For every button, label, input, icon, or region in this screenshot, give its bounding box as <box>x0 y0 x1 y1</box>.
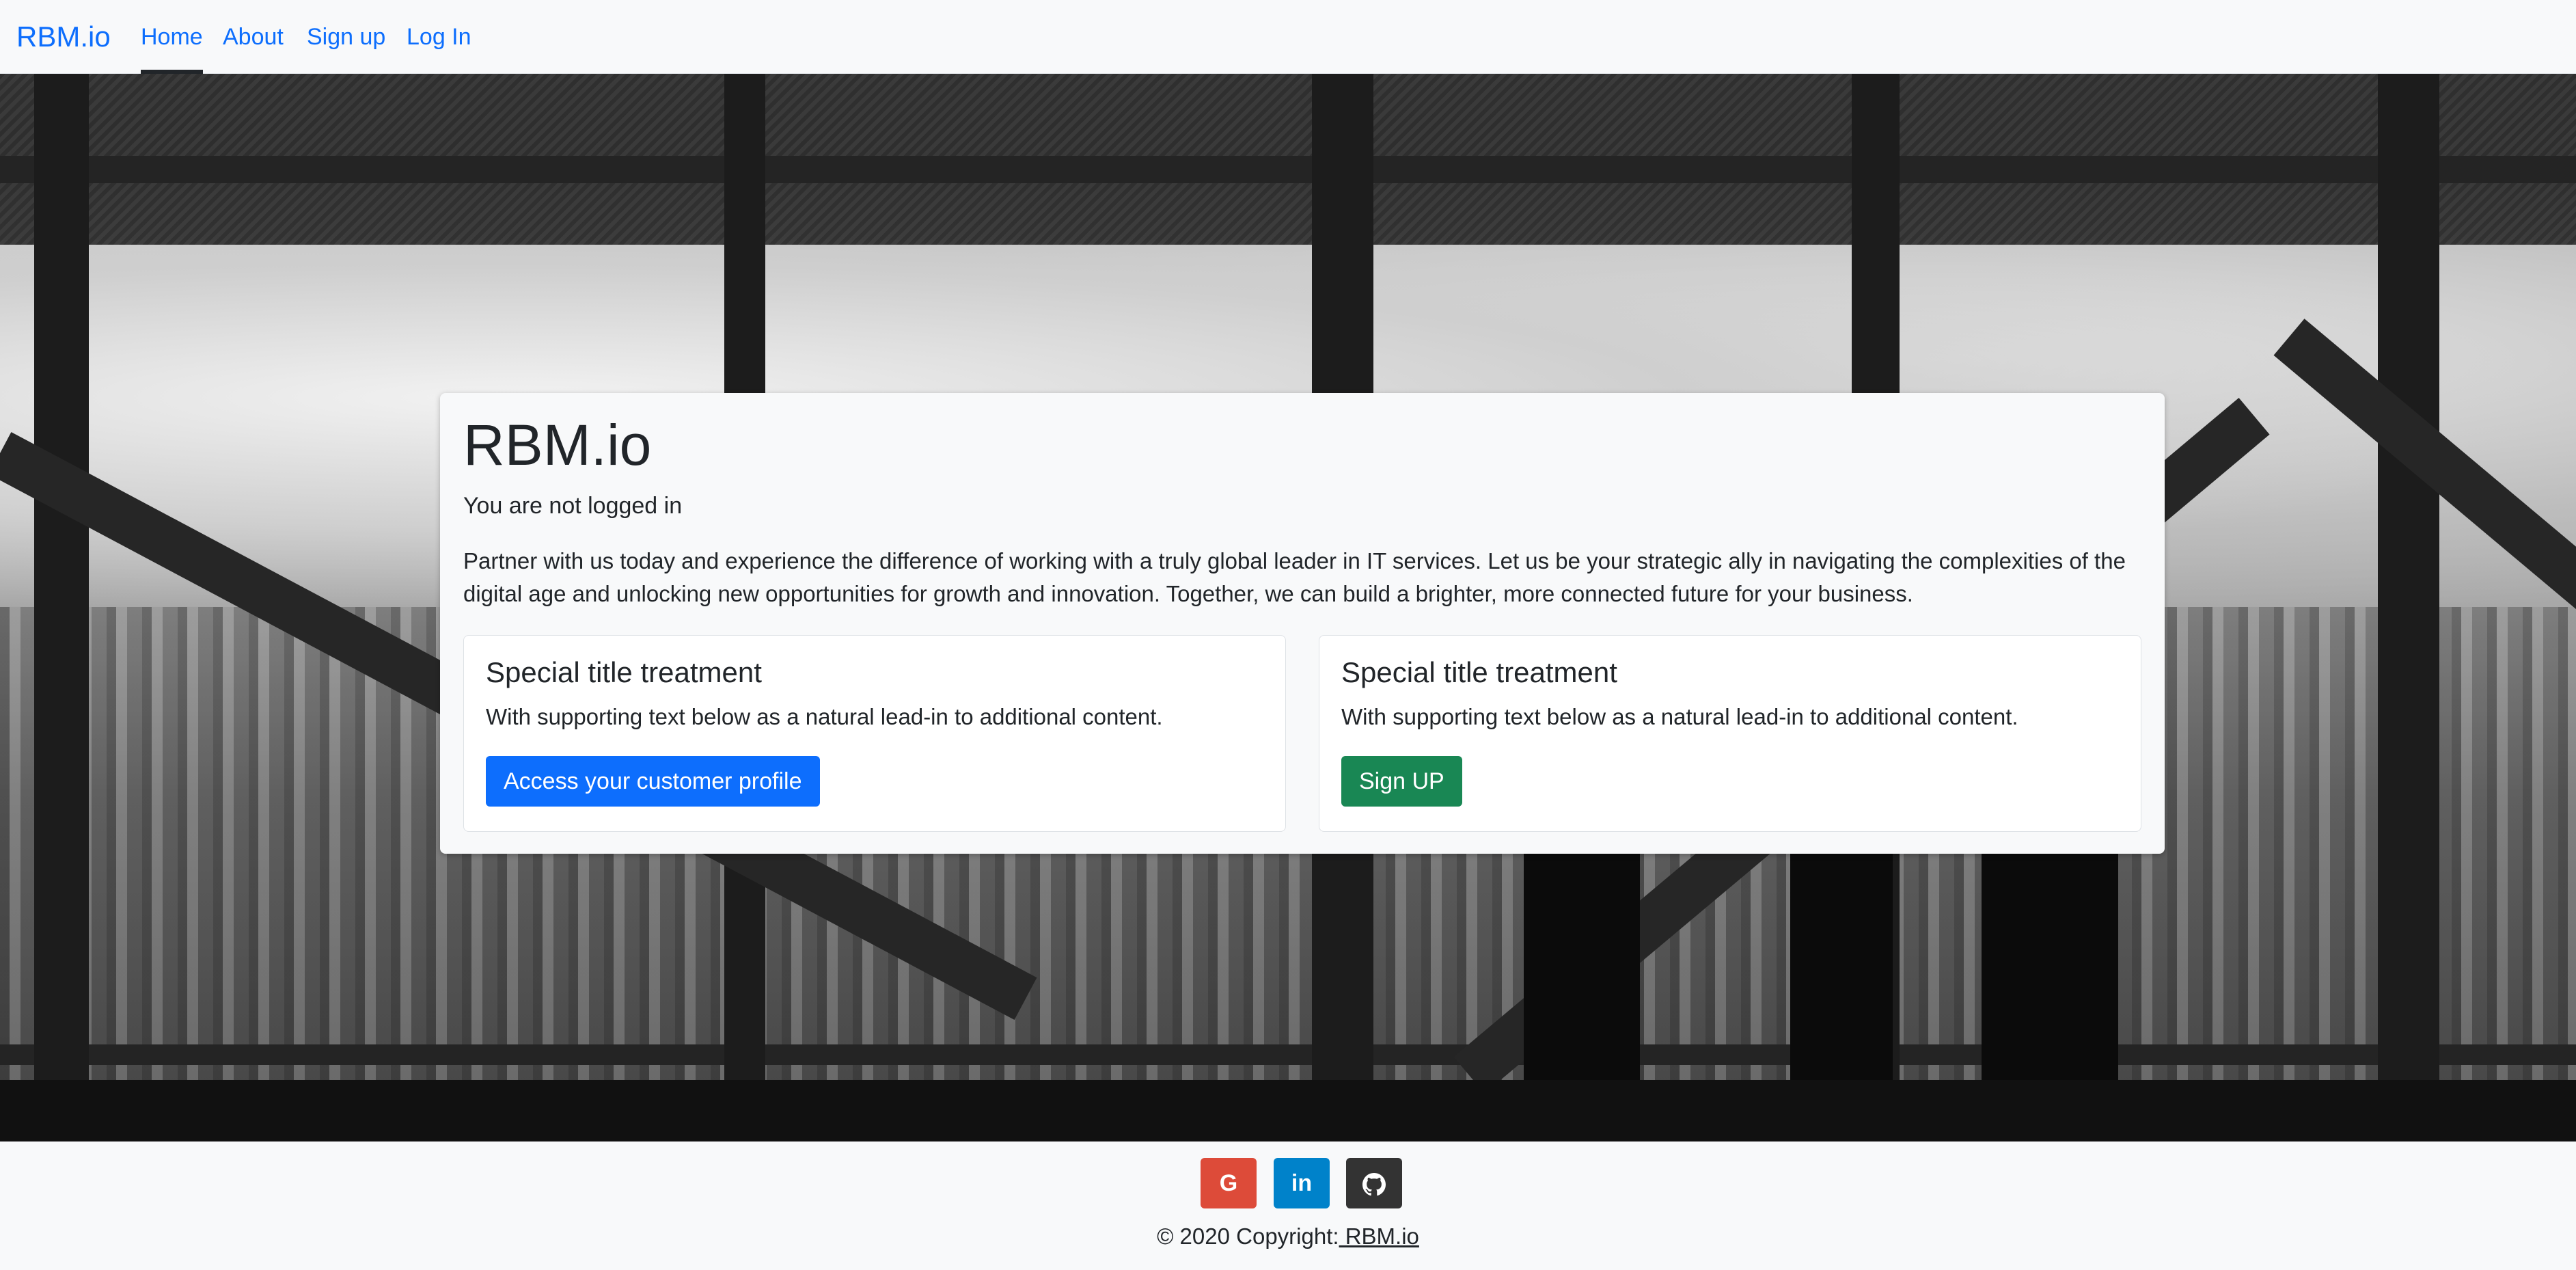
page-title: RBM.io <box>463 413 652 477</box>
linkedin-icon[interactable]: in <box>1274 1158 1330 1208</box>
github-icon <box>1362 1173 1386 1196</box>
card-text: With supporting text below as a natural … <box>486 704 1163 729</box>
copyright-link[interactable]: RBM.io <box>1339 1224 1419 1249</box>
person-silhouette <box>1790 812 1893 1120</box>
github-icon[interactable] <box>1346 1158 1402 1208</box>
window-beam <box>0 156 2576 183</box>
lead-paragraph: Partner with us today and experience the… <box>463 548 2126 606</box>
access-profile-button[interactable]: Access your customer profile <box>486 756 820 807</box>
navbar: RBM.io Home About Sign up Log In <box>0 0 2576 74</box>
window-beam <box>0 1044 2576 1065</box>
card-text: With supporting text below as a natural … <box>1341 704 2018 729</box>
nav-link-about[interactable]: About <box>223 0 284 74</box>
card-title: Special title treatment <box>1341 656 1617 688</box>
card-title: Special title treatment <box>486 656 762 688</box>
brand-link[interactable]: RBM.io <box>16 0 111 74</box>
nav-link-home[interactable]: Home <box>141 0 203 74</box>
nav-link-log-in[interactable]: Log In <box>407 0 471 74</box>
copyright-prefix: © 2020 Copyright: <box>1157 1224 1339 1249</box>
sign-up-button[interactable]: Sign UP <box>1341 756 1462 807</box>
footer: G in © 2020 Copyright: RBM.io <box>0 1141 2576 1270</box>
nav-link-sign-up[interactable]: Sign up <box>307 0 385 74</box>
floor <box>0 1080 2576 1141</box>
signup-card: Special title treatment With supporting … <box>1319 635 2141 832</box>
window-pillar <box>34 74 89 1141</box>
profile-card: Special title treatment With supporting … <box>463 635 1286 832</box>
jumbotron: RBM.io You are not logged in Partner wit… <box>440 393 2165 854</box>
login-status-text: You are not logged in <box>463 493 683 519</box>
google-icon[interactable]: G <box>1201 1158 1257 1208</box>
copyright-text: © 2020 Copyright: RBM.io <box>0 1224 2576 1249</box>
window-pillar <box>2378 74 2439 1141</box>
